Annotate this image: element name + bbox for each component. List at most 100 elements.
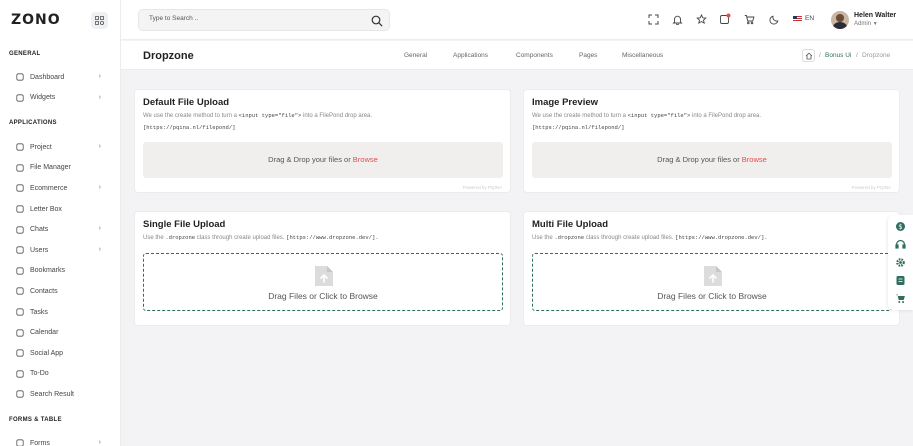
sidebar-item-to-do[interactable]: To-Do	[0, 364, 121, 385]
mail-icon	[15, 205, 24, 214]
dropzone-area[interactable]: Drag Files or Click to Browse	[532, 253, 892, 311]
sidebar-item-label: File Manager	[30, 164, 71, 172]
card-title: Multi File Upload	[532, 219, 608, 230]
star-icon[interactable]	[695, 13, 707, 25]
sidebar-item-search-result[interactable]: Search Result	[0, 384, 121, 405]
sidebar-item-label: Calendar	[30, 329, 59, 337]
sidebar-item-label: Users	[30, 246, 49, 254]
notification-bell-icon[interactable]	[671, 13, 683, 25]
bookmark-icon	[15, 266, 24, 275]
form-icon	[15, 439, 24, 446]
sidebar-item-ecommerce[interactable]: Ecommerce ›	[0, 178, 121, 199]
sidebar-item-label: Bookmarks	[30, 267, 66, 275]
bag-icon	[15, 184, 24, 193]
cart-icon[interactable]	[743, 13, 755, 25]
breadcrumb-separator: /	[819, 52, 821, 59]
avatar[interactable]	[831, 11, 849, 29]
dollar-icon[interactable]: $	[895, 221, 906, 232]
multi-file-upload-card: Multi File Upload Use the .dropzone clas…	[523, 211, 900, 326]
sidebar: ZONO GENERAL Dashboard › Widgets › APPLICATIO…	[0, 0, 121, 446]
default-file-upload-card: Default File Upload We use the create me…	[134, 89, 511, 193]
settings-gear-icon[interactable]	[895, 257, 906, 268]
search-box[interactable]	[138, 9, 390, 31]
sidebar-item-bookmarks[interactable]: Bookmarks	[0, 261, 121, 282]
sidebar-item-dashboard[interactable]: Dashboard ›	[0, 67, 121, 88]
svg-text:$: $	[898, 223, 902, 231]
sidebar-item-label: Ecommerce	[30, 184, 68, 192]
sidebar-item-letter-box[interactable]: Letter Box	[0, 199, 121, 220]
sidebar-item-forms[interactable]: Forms ›	[0, 433, 121, 446]
sidebar-item-label: Forms	[30, 439, 50, 446]
card-description: Use the .dropzone class through create u…	[143, 234, 379, 241]
home-icon	[15, 73, 24, 82]
search-icon[interactable]	[371, 14, 383, 32]
filepond-drop-area[interactable]: Drag & Drop your files or Browse	[143, 142, 503, 178]
sidebar-item-social-app[interactable]: Social App	[0, 343, 121, 364]
sidebar-item-label: Project	[30, 143, 52, 151]
shopping-cart-icon[interactable]	[895, 293, 906, 304]
project-icon	[15, 143, 24, 152]
sidebar-item-file-manager[interactable]: File Manager	[0, 158, 121, 179]
powered-by-credit[interactable]: Powered by PQINA	[852, 185, 891, 190]
support-headset-icon[interactable]	[895, 239, 906, 250]
card-title: Default File Upload	[143, 97, 230, 108]
sidebar-item-tasks[interactable]: Tasks	[0, 302, 121, 323]
file-icon	[15, 163, 24, 172]
language-selector[interactable]: EN	[793, 15, 814, 22]
sidebar-item-widgets[interactable]: Widgets ›	[0, 88, 121, 109]
tab-miscellaneous[interactable]: Miscellaneous	[622, 52, 663, 59]
sidebar-item-label: Social App	[30, 349, 64, 357]
tab-applications[interactable]: Applications	[453, 52, 488, 59]
card-description: We use the create method to turn a <inpu…	[532, 112, 762, 119]
breadcrumb-current: Dropzone	[862, 52, 891, 59]
card-title: Image Preview	[532, 97, 599, 108]
dark-mode-moon-icon[interactable]	[768, 13, 780, 25]
browse-link[interactable]: Browse	[742, 155, 767, 164]
tab-pages[interactable]: Pages	[579, 52, 597, 59]
breadcrumb-home-icon[interactable]	[802, 49, 815, 62]
sidebar-toggle-icon[interactable]	[91, 12, 108, 29]
tab-components[interactable]: Components	[516, 52, 553, 59]
fullscreen-icon[interactable]	[647, 13, 659, 25]
chevron-right-icon: ›	[98, 184, 101, 192]
breadcrumb-parent[interactable]: Bonus Ui	[825, 52, 851, 59]
todo-icon	[15, 369, 24, 378]
dropzone-area[interactable]: Drag Files or Click to Browse	[143, 253, 503, 311]
sidebar-item-label: Letter Box	[30, 205, 62, 213]
sidebar-item-contacts[interactable]: Contacts	[0, 281, 121, 302]
search-input[interactable]	[149, 15, 349, 22]
filepond-link[interactable]: [https://pqina.nl/filepond/]	[143, 124, 235, 131]
sidebar-item-label: Dashboard	[30, 73, 65, 81]
card-title: Single File Upload	[143, 219, 226, 230]
task-icon	[15, 308, 24, 317]
filepond-drop-area[interactable]: Drag & Drop your files or Browse	[532, 142, 892, 178]
sidebar-item-label: To-Do	[30, 370, 49, 378]
sidebar-item-label: Widgets	[30, 94, 56, 102]
chat-icon	[15, 225, 24, 234]
browse-link[interactable]: Browse	[353, 155, 378, 164]
single-file-upload-card: Single File Upload Use the .dropzone cla…	[134, 211, 511, 326]
document-icon[interactable]	[895, 275, 906, 286]
tab-general[interactable]: General	[404, 52, 427, 59]
sidebar-section-title: APPLICATIONS	[9, 120, 57, 126]
calendar-icon	[15, 328, 24, 337]
user-name[interactable]: Helen Walter	[854, 12, 896, 19]
social-icon	[15, 349, 24, 358]
sidebar-item-label: Chats	[30, 226, 49, 234]
messages-icon[interactable]	[719, 13, 731, 25]
dropzone-message: Drag Files or Click to Browse	[268, 291, 378, 301]
filepond-link[interactable]: [https://pqina.nl/filepond/]	[532, 124, 624, 131]
logo[interactable]: ZONO	[11, 12, 61, 28]
user-role[interactable]: Admin ▼	[854, 21, 878, 27]
powered-by-credit[interactable]: Powered by PQINA	[463, 185, 502, 190]
chevron-right-icon: ›	[98, 439, 101, 446]
sidebar-item-chats[interactable]: Chats ›	[0, 219, 121, 240]
sidebar-item-calendar[interactable]: Calendar	[0, 322, 121, 343]
sidebar-item-label: Search Result	[30, 390, 74, 398]
us-flag-icon	[793, 15, 802, 22]
sidebar-item-project[interactable]: Project ›	[0, 137, 121, 158]
logo-row: ZONO	[0, 0, 120, 40]
language-code: EN	[805, 15, 815, 22]
sidebar-item-label: Tasks	[30, 308, 48, 316]
sidebar-item-users[interactable]: Users ›	[0, 240, 121, 261]
